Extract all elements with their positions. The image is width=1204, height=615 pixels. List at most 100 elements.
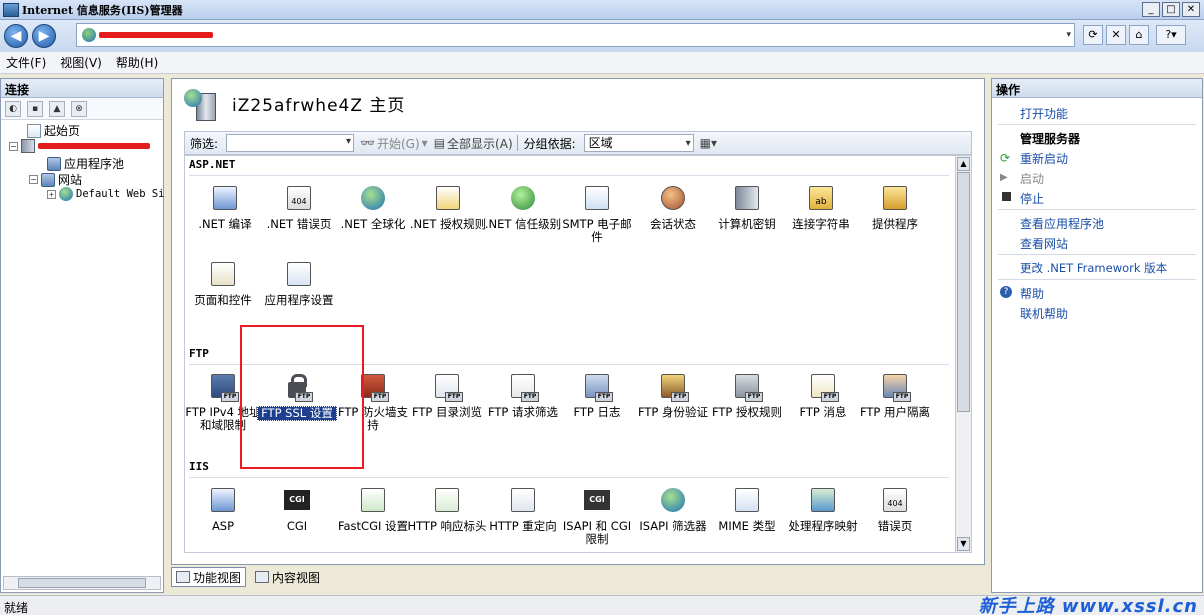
home-icon[interactable]: ⌂ [1129,25,1149,45]
feature-label: FTP 请求筛选 [487,405,559,419]
menu-help[interactable]: 帮助(H) [116,54,158,71]
action-restart[interactable]: 重新启动 [1020,150,1068,167]
connections-tree: 起始页 − 应用程序池 − 网站 + Default Web Si [1,120,165,201]
close-button[interactable]: ✕ [1182,2,1200,17]
feature-label: 提供程序 [872,217,918,231]
minimize-button[interactable]: _ [1142,2,1160,17]
feature-app-settings[interactable]: 应用程序设置 [261,258,337,307]
disconnect-icon[interactable]: ⊗ [71,100,87,117]
feature-ftp-directory-browsing[interactable]: FTP FTP 目录浏览 [409,370,485,419]
tab-features-view[interactable]: 功能视图 [171,567,247,587]
page-title: iZ25afrwhe4Z 主页 [232,96,406,116]
server-icon [21,139,35,153]
feature-machine-key[interactable]: 计算机密钥 [709,182,785,231]
server-globe-icon [184,89,218,123]
feature-ftp-authorization[interactable]: FTP FTP 授权规则 [709,370,785,419]
feature-session-state[interactable]: 会话状态 [635,182,711,231]
scroll-down-icon[interactable]: ▼ [957,537,970,551]
horizontal-scrollbar[interactable] [3,576,161,590]
address-bar: ◀ ▶ ▾ ⟳ ✕ ⌂ ?▾ [0,20,1204,52]
filter-input[interactable] [226,134,355,152]
collapse-icon[interactable]: − [29,175,38,184]
feature-dotnet-compile[interactable]: .NET 编译 [187,182,263,231]
feature-dotnet-error-pages[interactable]: 404 .NET 错误页 [261,182,337,231]
feature-ftp-authentication[interactable]: FTP FTP 身份验证 [635,370,711,419]
save-icon[interactable]: ▪ [27,100,43,117]
feature-fastcgi[interactable]: FastCGI 设置 [335,484,411,533]
http-redirect-icon [507,484,539,516]
feature-isapi-filters[interactable]: ISAPI 筛选器 [635,484,711,533]
feature-providers[interactable]: 提供程序 [857,182,933,231]
action-open-feature[interactable]: 打开功能 [1020,105,1068,122]
feature-connection-strings[interactable]: ab 连接字符串 [783,182,859,231]
help-icon[interactable]: ?▾ [1156,25,1186,45]
feature-label: HTTP 重定向 [489,519,557,533]
feature-dotnet-trust[interactable]: .NET 信任级别 [485,182,561,231]
tree-item-default-site[interactable]: + Default Web Si [47,187,165,201]
scrollbar-thumb[interactable] [957,172,970,412]
action-stop[interactable]: 停止 [1020,190,1044,207]
back-button[interactable]: ◀ [4,24,28,48]
maximize-button[interactable]: □ [1162,2,1180,17]
action-help[interactable]: 帮助 [1020,285,1044,302]
feature-label: FTP 用户隔离 [859,405,931,419]
dotnet-globalization-icon [357,182,389,214]
feature-cgi[interactable]: CGI CGI [259,484,335,533]
expand-icon[interactable]: + [47,189,56,199]
collapse-icon[interactable]: − [9,141,18,151]
fastcgi-icon [357,484,389,516]
feature-ftp-logging[interactable]: FTP FTP 日志 [559,370,635,419]
chevron-down-icon[interactable]: ▾ [1066,30,1071,40]
feature-asp[interactable]: ASP [185,484,261,533]
feature-smtp-email[interactable]: SMTP 电子邮件 [559,182,635,244]
feature-http-response-headers[interactable]: HTTP 响应标头 [407,484,487,533]
action-start[interactable]: 启动 [1020,170,1044,187]
feature-pages-controls[interactable]: 页面和控件 [185,258,261,307]
up-icon[interactable]: ▲ [49,100,65,117]
feature-label: HTTP 响应标头 [407,519,487,533]
show-all-icon: ▤ [433,136,446,150]
feature-ftp-request-filtering[interactable]: FTP FTP 请求筛选 [485,370,561,419]
filter-bar: 筛选: 👓 开始(G) ▾ ▤ 全部显示(A) 分组依据: 区域 ▦▾ [184,131,972,155]
tree-item-start-page[interactable]: 起始页 [27,122,80,139]
menu-file[interactable]: 文件(F) [6,54,46,71]
feature-label: MIME 类型 [718,519,776,533]
group-by-select[interactable]: 区域 [583,134,694,152]
view-mode-icon[interactable]: ▦▾ [700,136,717,150]
show-all-button[interactable]: ▤ 全部显示(A) [434,135,513,152]
feature-dotnet-globalization[interactable]: .NET 全球化 [335,182,411,231]
vertical-scrollbar[interactable]: ▲ ▼ [955,156,971,552]
feature-isapi-cgi-restrictions[interactable]: CGI ISAPI 和 CGI 限制 [559,484,635,546]
feature-ftp-user-isolation[interactable]: FTP FTP 用户隔离 [857,370,933,419]
status-text: 就绪 [4,601,29,615]
refresh-icon[interactable]: ⟳ [1083,25,1103,45]
action-view-sites[interactable]: 查看网站 [1020,235,1068,252]
tree-item-sites[interactable]: − 网站 [29,171,82,188]
action-change-framework[interactable]: 更改 .NET Framework 版本 [1020,260,1167,276]
redacted-server-name [38,143,150,149]
feature-handler-mappings[interactable]: 处理程序映射 [785,484,861,533]
feature-ftp-messages[interactable]: FTP FTP 消息 [785,370,861,419]
tree-label: Default Web Si [76,188,165,200]
action-online-help[interactable]: 联机帮助 [1020,305,1068,322]
stop-icon[interactable]: ✕ [1106,25,1126,45]
feature-label: 会话状态 [650,217,696,231]
connect-icon[interactable]: ◐ [5,100,21,117]
tree-label: 起始页 [44,124,81,138]
forward-button[interactable]: ▶ [32,24,56,48]
scroll-up-icon[interactable]: ▲ [957,157,970,171]
tab-content-view[interactable]: 内容视图 [250,567,325,587]
feature-http-redirect[interactable]: HTTP 重定向 [485,484,561,533]
feature-label: CGI [286,519,308,533]
address-field[interactable]: ▾ [76,23,1075,47]
feature-error-pages[interactable]: 404 错误页 [857,484,933,533]
feature-dotnet-authorization[interactable]: .NET 授权规则 [410,182,486,231]
start-filter-button[interactable]: 👓 开始(G) ▾ [360,135,428,152]
feature-mime-types[interactable]: MIME 类型 [709,484,785,533]
action-view-app-pools[interactable]: 查看应用程序池 [1020,215,1104,232]
tree-item-server[interactable]: − [9,139,150,153]
scrollbar-thumb[interactable] [18,578,146,588]
menu-view[interactable]: 视图(V) [60,54,102,71]
tree-item-app-pools[interactable]: 应用程序池 [47,155,124,172]
content-view-icon [255,571,270,583]
